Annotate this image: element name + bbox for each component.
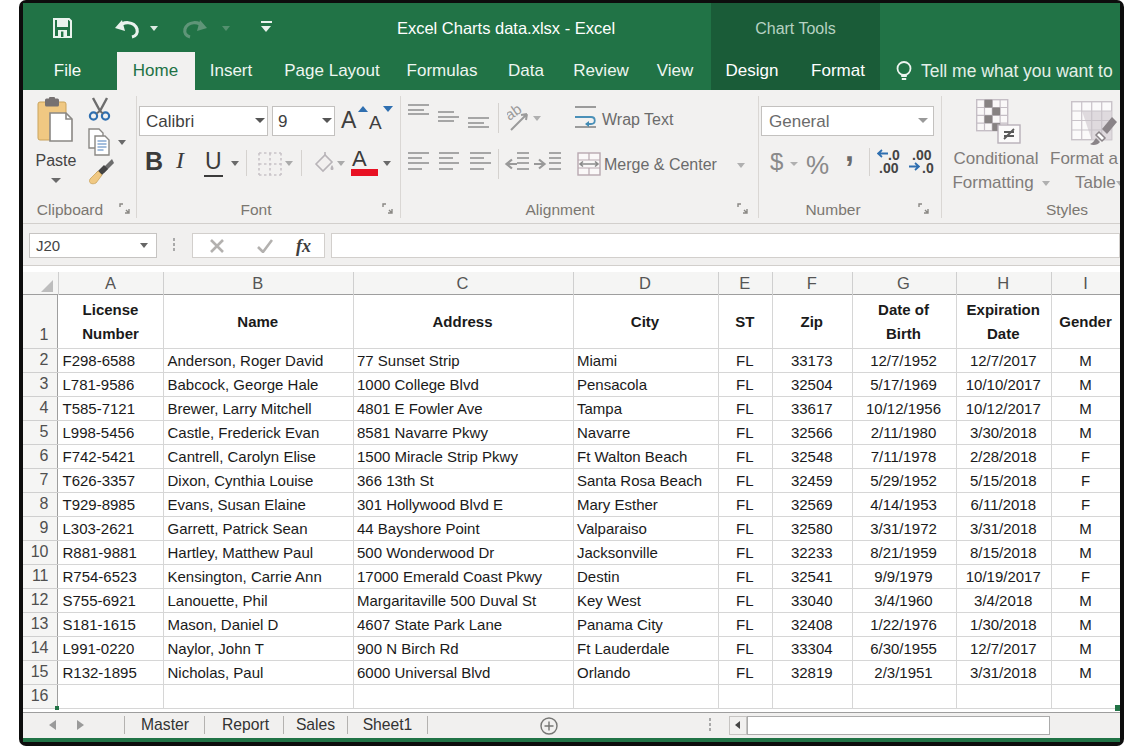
svg-text:ab: ab [507,104,525,124]
